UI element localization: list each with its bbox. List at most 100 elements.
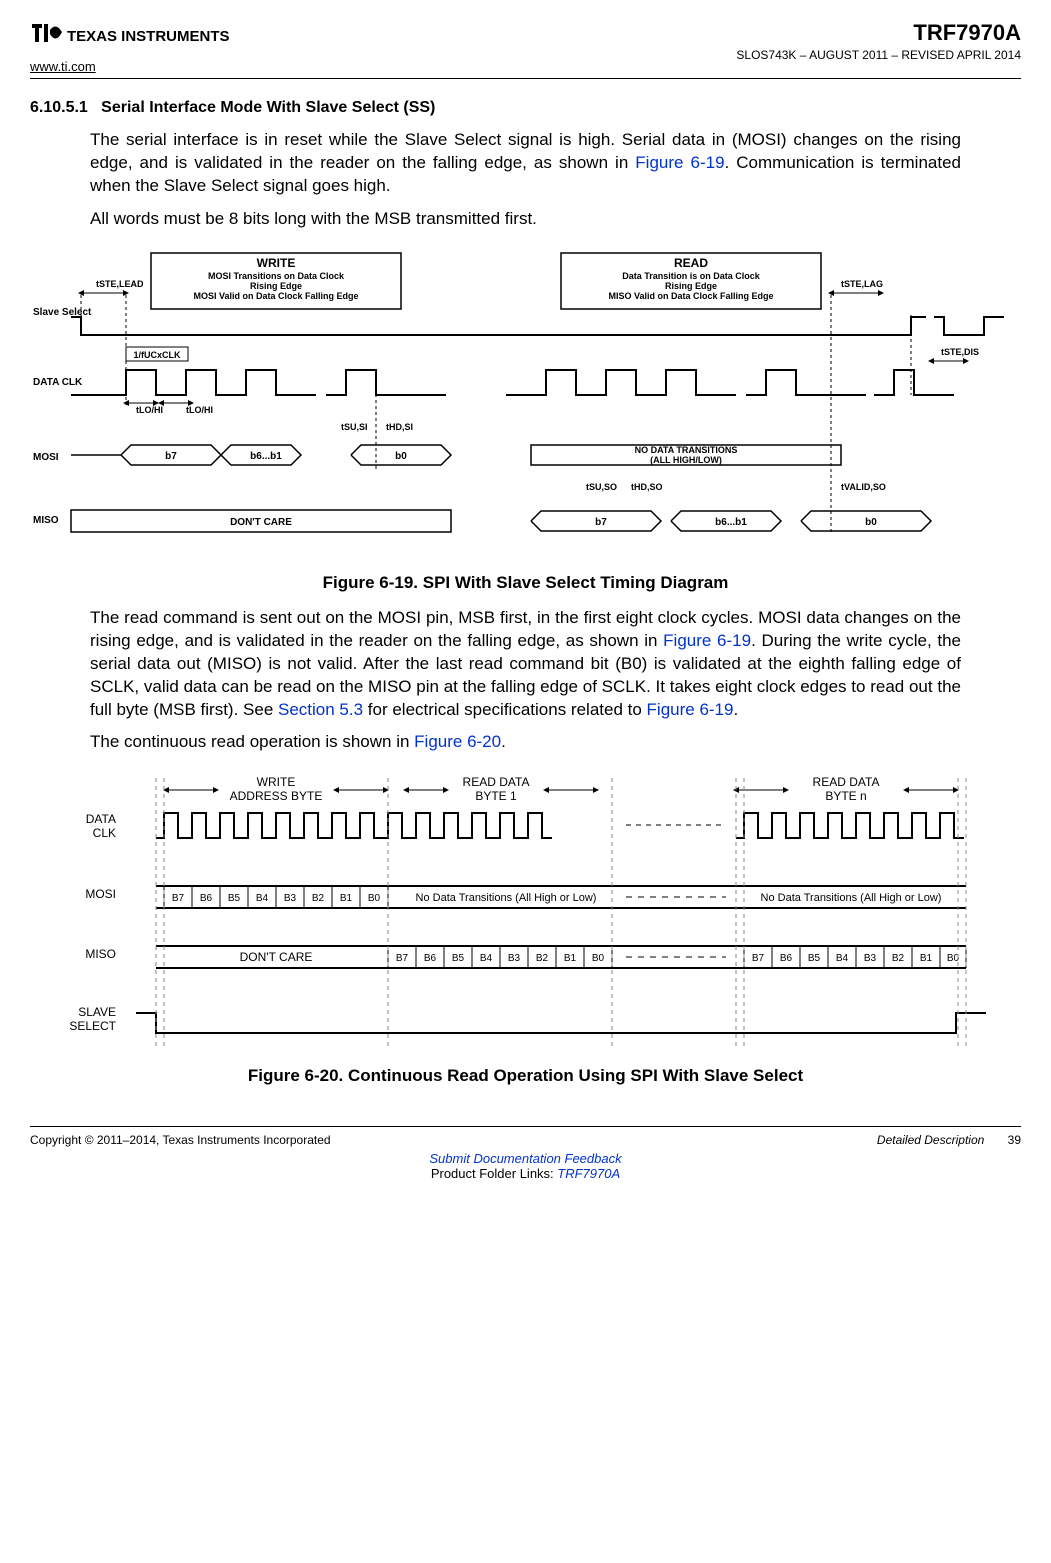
svg-text:B1: B1	[919, 953, 932, 964]
svg-text:B6: B6	[423, 953, 436, 964]
section-heading: 6.10.5.1 Serial Interface Mode With Slav…	[30, 99, 1021, 117]
svg-text:ADDRESS BYTE: ADDRESS BYTE	[229, 789, 322, 803]
svg-text:tSTE,LAG: tSTE,LAG	[841, 279, 883, 289]
svg-text:tVALID,SO: tVALID,SO	[841, 482, 886, 492]
svg-text:BYTE 1: BYTE 1	[475, 789, 517, 803]
company-name: TEXAS INSTRUMENTS	[67, 29, 230, 44]
svg-text:B1: B1	[563, 953, 576, 964]
svg-text:B4: B4	[479, 953, 492, 964]
fig619-caption: Figure 6-19. SPI With Slave Select Timin…	[30, 573, 1021, 593]
paragraph-3: The read command is sent out on the MOSI…	[90, 607, 961, 722]
svg-text:Slave Select: Slave Select	[33, 307, 92, 318]
site-url[interactable]: www.ti.com	[30, 59, 230, 74]
figure-6-19: WRITE MOSI Transitions on Data Clock Ris…	[30, 245, 1021, 565]
svg-text:tSU,SI: tSU,SI	[341, 422, 368, 432]
paragraph-2: All words must be 8 bits long with the M…	[90, 208, 961, 231]
svg-text:MOSI Valid on Data Clock Falli: MOSI Valid on Data Clock Falling Edge	[193, 291, 358, 301]
svg-text:WRITE: WRITE	[256, 256, 295, 270]
svg-text:Rising Edge: Rising Edge	[664, 281, 716, 291]
link-section53[interactable]: Section 5.3	[278, 700, 363, 719]
svg-text:MOSI: MOSI	[85, 887, 116, 901]
svg-text:1/fUCxCLK: 1/fUCxCLK	[133, 350, 181, 360]
part-number: TRF7970A	[736, 20, 1021, 46]
svg-text:DATA: DATA	[85, 812, 115, 826]
fig620-caption: Figure 6-20. Continuous Read Operation U…	[30, 1066, 1021, 1086]
folder-prefix: Product Folder Links:	[431, 1166, 557, 1181]
svg-text:SELECT: SELECT	[69, 1019, 116, 1033]
page-footer: Copyright © 2011–2014, Texas Instruments…	[30, 1126, 1021, 1181]
svg-text:B0: B0	[367, 893, 380, 904]
svg-text:READ DATA: READ DATA	[462, 775, 529, 789]
page-number: 39	[1008, 1133, 1021, 1147]
svg-text:b7: b7	[595, 517, 607, 528]
footer-section: Detailed Description	[877, 1133, 984, 1147]
svg-text:B5: B5	[227, 893, 240, 904]
ti-logo-icon	[30, 20, 64, 53]
svg-text:B4: B4	[255, 893, 268, 904]
svg-text:MOSI: MOSI	[33, 452, 59, 463]
svg-text:Data Transition is on Data Clo: Data Transition is on Data Clock	[622, 271, 761, 281]
svg-text:B1: B1	[339, 893, 352, 904]
svg-text:tLO/HI: tLO/HI	[186, 405, 213, 415]
svg-text:READ DATA: READ DATA	[812, 775, 879, 789]
svg-text:B3: B3	[863, 953, 876, 964]
svg-text:READ: READ	[673, 256, 707, 270]
svg-text:MISO: MISO	[85, 947, 116, 961]
svg-text:B6: B6	[199, 893, 212, 904]
feedback-link[interactable]: Submit Documentation Feedback	[429, 1151, 621, 1166]
svg-text:B5: B5	[807, 953, 820, 964]
svg-text:MISO Valid on Data Clock Falli: MISO Valid on Data Clock Falling Edge	[608, 291, 773, 301]
svg-text:b7: b7	[165, 451, 177, 462]
section-number: 6.10.5.1	[30, 99, 88, 116]
svg-text:B3: B3	[283, 893, 296, 904]
paragraph-4: The continuous read operation is shown i…	[90, 731, 961, 754]
paragraph-1: The serial interface is in reset while t…	[90, 129, 961, 198]
figure-6-20: WRITE ADDRESS BYTE READ DATA BYTE 1 READ…	[30, 768, 1021, 1058]
svg-text:tSTE,LEAD: tSTE,LEAD	[96, 279, 144, 289]
svg-text:B2: B2	[535, 953, 548, 964]
copyright: Copyright © 2011–2014, Texas Instruments…	[30, 1133, 331, 1147]
svg-text:BYTE n: BYTE n	[825, 789, 866, 803]
svg-text:MOSI Transitions on Data Clock: MOSI Transitions on Data Clock	[207, 271, 344, 281]
svg-text:B7: B7	[751, 953, 764, 964]
svg-text:CLK: CLK	[92, 826, 115, 840]
svg-text:NO DATA TRANSITIONS: NO DATA TRANSITIONS	[634, 445, 737, 455]
svg-text:b0: b0	[395, 451, 407, 462]
svg-text:No Data Transitions (All High: No Data Transitions (All High or Low)	[760, 892, 941, 904]
svg-text:tSU,SO: tSU,SO	[586, 482, 617, 492]
ti-logo: TEXAS INSTRUMENTS	[30, 20, 230, 53]
doc-id: SLOS743K – AUGUST 2011 – REVISED APRIL 2…	[736, 48, 1021, 62]
svg-text:WRITE: WRITE	[256, 775, 295, 789]
svg-text:b0: b0	[865, 517, 877, 528]
svg-text:tHD,SO: tHD,SO	[631, 482, 663, 492]
svg-text:tSTE,DIS: tSTE,DIS	[941, 347, 979, 357]
section-title: Serial Interface Mode With Slave Select …	[101, 99, 435, 116]
svg-text:B2: B2	[891, 953, 904, 964]
svg-text:Rising Edge: Rising Edge	[249, 281, 301, 291]
svg-text:tLO/HI: tLO/HI	[136, 405, 163, 415]
svg-text:B4: B4	[835, 953, 848, 964]
svg-text:DATA CLK: DATA CLK	[33, 377, 83, 388]
svg-text:B6: B6	[779, 953, 792, 964]
page-header: TEXAS INSTRUMENTS www.ti.com TRF7970A SL…	[30, 20, 1021, 79]
svg-text:tHD,SI: tHD,SI	[386, 422, 413, 432]
svg-text:SLAVE: SLAVE	[78, 1005, 116, 1019]
svg-text:B5: B5	[451, 953, 464, 964]
svg-text:B3: B3	[507, 953, 520, 964]
svg-text:(ALL HIGH/LOW): (ALL HIGH/LOW)	[650, 455, 722, 465]
svg-text:b6...b1: b6...b1	[250, 451, 282, 462]
svg-text:B7: B7	[395, 953, 408, 964]
link-fig620[interactable]: Figure 6-20	[414, 732, 501, 751]
link-fig619-2[interactable]: Figure 6-19	[663, 631, 751, 650]
link-fig619[interactable]: Figure 6-19	[635, 153, 724, 172]
folder-link[interactable]: TRF7970A	[557, 1166, 620, 1181]
svg-text:B0: B0	[591, 953, 604, 964]
svg-text:DON'T CARE: DON'T CARE	[230, 517, 292, 528]
svg-text:B2: B2	[311, 893, 324, 904]
svg-text:MISO: MISO	[33, 515, 59, 526]
svg-text:No Data Transitions (All High: No Data Transitions (All High or Low)	[415, 892, 596, 904]
svg-text:b6...b1: b6...b1	[715, 517, 747, 528]
svg-text:DON'T CARE: DON'T CARE	[239, 950, 312, 964]
link-fig619-3[interactable]: Figure 6-19	[647, 700, 734, 719]
svg-text:B7: B7	[171, 893, 184, 904]
